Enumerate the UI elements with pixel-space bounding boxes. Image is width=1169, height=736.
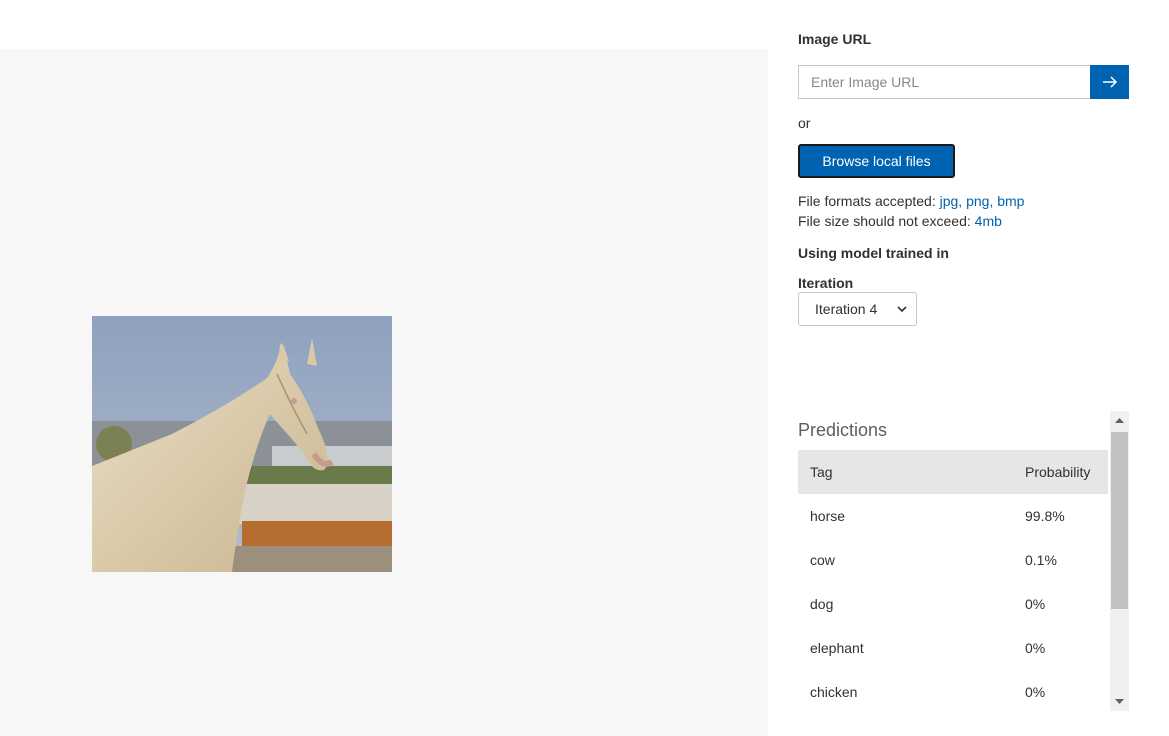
triangle-up-icon: [1115, 418, 1124, 423]
table-row: cow 0.1%: [798, 538, 1108, 582]
control-panel: Image URL or Browse local files File for…: [798, 0, 1129, 736]
or-separator: or: [798, 115, 811, 131]
file-size-label: File size should not exceed:: [798, 213, 975, 229]
model-heading: Using model trained in: [798, 245, 949, 261]
column-header-probability: Probability: [1025, 464, 1091, 480]
probability-cell: 0%: [1025, 640, 1046, 656]
triangle-down-icon: [1115, 699, 1124, 704]
image-url-row: [798, 65, 1129, 99]
file-formats-value: jpg, png, bmp: [939, 193, 1025, 209]
iteration-label: Iteration: [798, 275, 854, 291]
probability-cell: 0%: [1025, 684, 1046, 700]
predictions-title: Predictions: [798, 420, 888, 440]
tag-cell: chicken: [810, 684, 858, 700]
table-header: Tag Probability: [798, 450, 1108, 494]
uploaded-image: [92, 316, 392, 572]
scroll-up-button[interactable]: [1110, 411, 1129, 431]
tag-cell: horse: [810, 508, 846, 524]
predictions-table: Tag Probability horse 99.8% cow 0.1% dog…: [798, 450, 1108, 711]
predictions-scrollbar[interactable]: [1110, 411, 1129, 711]
tag-cell: elephant: [810, 640, 864, 656]
tag-cell: dog: [810, 596, 834, 612]
arrow-right-icon: [1102, 76, 1117, 88]
scroll-thumb[interactable]: [1111, 432, 1128, 609]
file-size-value: 4mb: [974, 213, 1002, 229]
browse-local-files-button[interactable]: Browse local files: [798, 144, 955, 178]
image-url-input[interactable]: [798, 65, 1090, 99]
file-formats-info: File formats accepted: jpg, png, bmp: [798, 193, 1024, 209]
iteration-selected-value: Iteration 4: [815, 301, 878, 317]
tag-cell: cow: [810, 552, 835, 568]
probability-cell: 99.8%: [1025, 508, 1065, 524]
table-row: chicken 0%: [798, 670, 1108, 711]
probability-cell: 0%: [1025, 596, 1046, 612]
chevron-down-icon: [897, 306, 907, 313]
submit-url-button[interactable]: [1090, 65, 1129, 99]
image-preview-pane: [0, 49, 768, 736]
predictions-panel: Predictions Tag Probability horse 99.8% …: [798, 411, 1129, 711]
table-row: horse 99.8%: [798, 494, 1108, 538]
scroll-down-button[interactable]: [1110, 691, 1129, 711]
table-row: dog 0%: [798, 582, 1108, 626]
column-header-tag: Tag: [810, 464, 833, 480]
horse-image: [92, 316, 392, 572]
probability-cell: 0.1%: [1025, 552, 1057, 568]
file-formats-label: File formats accepted:: [798, 193, 940, 209]
table-row: elephant 0%: [798, 626, 1108, 670]
image-url-label: Image URL: [798, 31, 872, 47]
file-size-info: File size should not exceed: 4mb: [798, 213, 1002, 229]
iteration-dropdown[interactable]: Iteration 4: [798, 292, 917, 326]
